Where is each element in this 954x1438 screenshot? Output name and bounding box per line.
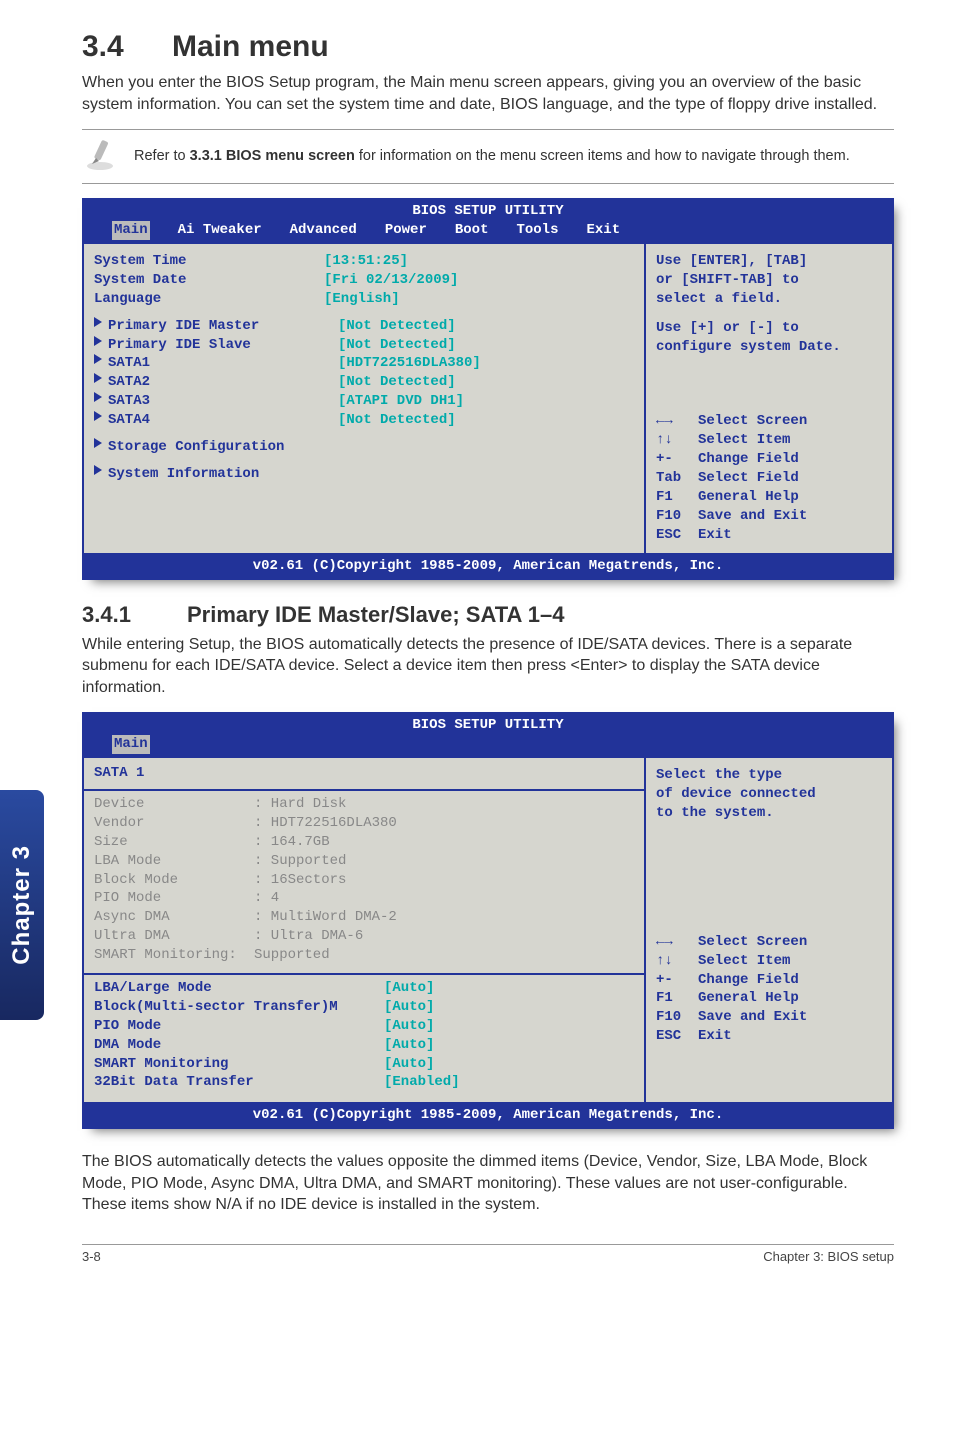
tab-main-2[interactable]: Main xyxy=(112,735,150,754)
info-lba: LBA Mode: Supported xyxy=(94,852,634,871)
tab-boot[interactable]: Boot xyxy=(455,221,489,240)
intro-paragraph: When you enter the BIOS Setup program, t… xyxy=(82,72,894,115)
tab-power[interactable]: Power xyxy=(385,221,427,240)
chapter-side-tab: Chapter 3 xyxy=(0,790,44,1020)
info-vendor: Vendor: HDT722516DLA380 xyxy=(94,814,634,833)
info-device: Device: Hard Disk xyxy=(94,795,634,814)
tab-ai-tweaker[interactable]: Ai Tweaker xyxy=(178,221,262,240)
info-smart: SMART Monitoring:Supported xyxy=(94,946,634,965)
tab-advanced[interactable]: Advanced xyxy=(290,221,357,240)
row-primary-ide-master[interactable]: Primary IDE Master[Not Detected] xyxy=(94,317,634,336)
info-ultra-dma: Ultra DMA: Ultra DMA-6 xyxy=(94,927,634,946)
row-sata2[interactable]: SATA2[Not Detected] xyxy=(94,373,634,392)
row-system-time[interactable]: System Time[13:51:25] xyxy=(94,252,634,271)
bios-statusbar: v02.61 (C)Copyright 1985-2009, American … xyxy=(82,555,894,580)
tab-main[interactable]: Main xyxy=(112,221,150,240)
footer-page-num: 3-8 xyxy=(82,1249,101,1264)
bios-help-panel: Use [ENTER], [TAB] or [SHIFT-TAB] to sel… xyxy=(646,244,892,553)
bios-menubar[interactable]: Main Ai Tweaker Advanced Power Boot Tool… xyxy=(82,221,894,244)
info-pio: PIO Mode: 4 xyxy=(94,889,634,908)
bios-statusbar-2: v02.61 (C)Copyright 1985-2009, American … xyxy=(82,1104,894,1129)
opt-32bit[interactable]: 32Bit Data Transfer[Enabled] xyxy=(94,1073,634,1092)
info-size: Size: 164.7GB xyxy=(94,833,634,852)
bios-title: BIOS SETUP UTILITY xyxy=(82,198,894,221)
info-block: Block Mode: 16Sectors xyxy=(94,871,634,890)
opt-lba-large[interactable]: LBA/Large Mode[Auto] xyxy=(94,979,634,998)
tab-tools[interactable]: Tools xyxy=(516,221,558,240)
opt-smart[interactable]: SMART Monitoring[Auto] xyxy=(94,1055,634,1074)
heading-num: 3.4 xyxy=(82,30,172,64)
bios-title-2: BIOS SETUP UTILITY xyxy=(82,712,894,735)
opt-block[interactable]: Block(Multi-sector Transfer)M[Auto] xyxy=(94,998,634,1017)
bios-left-panel-2: SATA 1 Device: Hard Disk Vendor: HDT7225… xyxy=(84,758,646,1102)
sub-intro: While entering Setup, the BIOS automatic… xyxy=(82,634,894,699)
panel-title: SATA 1 xyxy=(84,758,644,791)
row-language[interactable]: Language[English] xyxy=(94,290,634,309)
row-sata4[interactable]: SATA4[Not Detected] xyxy=(94,411,634,430)
subsection-heading: 3.4.1Primary IDE Master/Slave; SATA 1–4 xyxy=(82,602,894,628)
bios-help-panel-2: Select the type of device connected to t… xyxy=(646,758,892,1102)
note-box: Refer to 3.3.1 BIOS menu screen for info… xyxy=(82,129,894,184)
opt-pio[interactable]: PIO Mode[Auto] xyxy=(94,1017,634,1036)
info-async-dma: Async DMA: MultiWord DMA-2 xyxy=(94,908,634,927)
bios-screen-main: BIOS SETUP UTILITY Main Ai Tweaker Advan… xyxy=(82,198,894,579)
row-storage-config[interactable]: Storage Configuration xyxy=(94,438,634,457)
row-system-info[interactable]: System Information xyxy=(94,465,634,484)
opt-dma[interactable]: DMA Mode[Auto] xyxy=(94,1036,634,1055)
post-paragraph: The BIOS automatically detects the value… xyxy=(82,1151,894,1216)
row-sata1[interactable]: SATA1[HDT722516DLA380] xyxy=(94,354,634,373)
note-text: Refer to 3.3.1 BIOS menu screen for info… xyxy=(122,147,894,166)
page-footer: 3-8 Chapter 3: BIOS setup xyxy=(82,1244,894,1264)
bios-left-panel: System Time[13:51:25] System Date[Fri 02… xyxy=(84,244,646,553)
row-primary-ide-slave[interactable]: Primary IDE Slave[Not Detected] xyxy=(94,336,634,355)
pencil-note-icon xyxy=(82,136,122,177)
row-sata3[interactable]: SATA3[ATAPI DVD DH1] xyxy=(94,392,634,411)
sub-title: Primary IDE Master/Slave; SATA 1–4 xyxy=(187,602,564,627)
row-system-date[interactable]: System Date[Fri 02/13/2009] xyxy=(94,271,634,290)
footer-chapter: Chapter 3: BIOS setup xyxy=(763,1249,894,1264)
bios-screen-sata: BIOS SETUP UTILITY Main SATA 1 Device: H… xyxy=(82,712,894,1129)
sub-num: 3.4.1 xyxy=(82,602,187,628)
tab-exit[interactable]: Exit xyxy=(586,221,620,240)
page-heading: 3.4Main menu xyxy=(82,30,894,64)
heading-title: Main menu xyxy=(172,30,329,63)
bios-menubar-2[interactable]: Main xyxy=(82,735,894,758)
